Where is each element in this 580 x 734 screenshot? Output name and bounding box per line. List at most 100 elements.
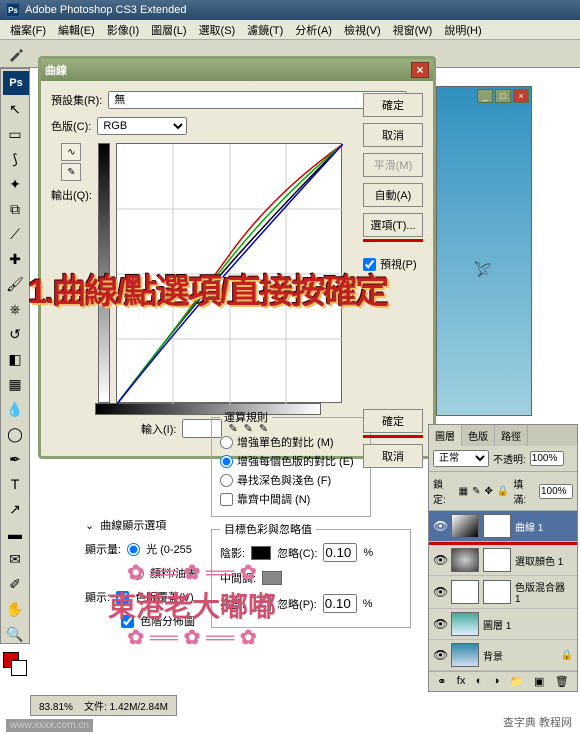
- layer-row[interactable]: 👁 圖層 1: [429, 609, 577, 640]
- layer-row[interactable]: 👁 背景 🔒: [429, 640, 577, 671]
- blur-tool[interactable]: 💧: [2, 397, 28, 421]
- layer-row[interactable]: 👁 色版混合器 1: [429, 576, 577, 609]
- mid-swatch[interactable]: [262, 571, 282, 585]
- high-swatch[interactable]: [251, 597, 271, 611]
- maximize-icon[interactable]: □: [495, 89, 511, 103]
- lock-trans-icon[interactable]: ▦: [459, 486, 468, 497]
- background-color[interactable]: [11, 660, 27, 676]
- expand-icon[interactable]: ⌄: [85, 519, 94, 532]
- dodge-tool[interactable]: ◯: [2, 422, 28, 446]
- shape-tool[interactable]: ▬: [2, 522, 28, 546]
- fill-input[interactable]: [539, 484, 573, 499]
- algo-dark-radio[interactable]: [220, 474, 233, 487]
- layer-row[interactable]: 👁 選取顏色 1: [429, 545, 577, 576]
- opacity-input[interactable]: [530, 451, 564, 466]
- marquee-tool[interactable]: ▭: [2, 122, 28, 146]
- zoom-tool[interactable]: 🔍: [2, 622, 28, 646]
- pigment-radio[interactable]: [131, 567, 144, 580]
- algo-per-radio[interactable]: [220, 455, 233, 468]
- tab-paths[interactable]: 路徑: [495, 425, 528, 446]
- menu-help[interactable]: 說明(H): [438, 20, 487, 40]
- layer-thumb[interactable]: [451, 612, 479, 636]
- menu-layer[interactable]: 圖層(L): [145, 20, 192, 40]
- auto-button[interactable]: 自動(A): [363, 183, 423, 207]
- tab-channels[interactable]: 色版: [462, 425, 495, 446]
- lock-move-icon[interactable]: ✥: [485, 486, 493, 497]
- adjust-icon[interactable]: ◑: [493, 675, 500, 688]
- color-swatches[interactable]: [1, 650, 29, 686]
- layer-thumb[interactable]: [451, 643, 479, 667]
- light-radio[interactable]: [127, 543, 140, 556]
- cancel-button-2[interactable]: 取消: [363, 444, 423, 468]
- menu-select[interactable]: 選取(S): [193, 20, 242, 40]
- move-tool[interactable]: ↖: [2, 97, 28, 121]
- layer-thumb[interactable]: [451, 548, 479, 572]
- layer-thumb[interactable]: [451, 514, 479, 538]
- crop-tool[interactable]: ⧉: [2, 197, 28, 221]
- dialog-titlebar[interactable]: 曲線 ×: [41, 59, 433, 81]
- lasso-tool[interactable]: ⟆: [2, 147, 28, 171]
- wand-tool[interactable]: ✦: [2, 172, 28, 196]
- menu-analysis[interactable]: 分析(A): [289, 20, 338, 40]
- ok-button[interactable]: 確定: [363, 93, 423, 117]
- clip-shadow-input[interactable]: [323, 543, 357, 562]
- layer-row[interactable]: 👁 曲線 1: [429, 511, 577, 542]
- document-window[interactable]: _ □ × 𓅯: [436, 86, 532, 416]
- ok-button-2[interactable]: 確定: [363, 409, 423, 433]
- lock-all-icon[interactable]: 🔒: [497, 486, 509, 497]
- channel-select[interactable]: RGB: [97, 117, 187, 135]
- type-tool[interactable]: T: [2, 472, 28, 496]
- visibility-icon[interactable]: 👁: [433, 585, 447, 599]
- minimize-icon[interactable]: _: [477, 89, 493, 103]
- clip-high-input[interactable]: [323, 594, 357, 613]
- slice-tool[interactable]: ⟋: [2, 222, 28, 246]
- stamp-tool[interactable]: ⎈: [2, 297, 28, 321]
- menu-file[interactable]: 檔案(F): [4, 20, 52, 40]
- preview-check[interactable]: [363, 258, 376, 271]
- options-button[interactable]: 選項(T)...: [363, 213, 423, 237]
- algo-mono-radio[interactable]: [220, 436, 233, 449]
- heal-tool[interactable]: ✚: [2, 247, 28, 271]
- folder-icon[interactable]: 📁: [510, 675, 524, 688]
- mask-icon[interactable]: ◐: [476, 675, 483, 688]
- gradient-tool[interactable]: ▦: [2, 372, 28, 396]
- curve-graph[interactable]: [116, 143, 342, 403]
- brush-tool[interactable]: 🖌: [2, 272, 28, 296]
- fx-icon[interactable]: fx: [457, 675, 466, 688]
- menu-window[interactable]: 視窗(W): [387, 20, 439, 40]
- layer-thumb[interactable]: [451, 580, 479, 604]
- visibility-icon[interactable]: 👁: [433, 617, 447, 631]
- curve-draw-tool[interactable]: ✎: [61, 163, 81, 181]
- layer-mask[interactable]: [483, 548, 511, 572]
- visibility-icon[interactable]: 👁: [433, 648, 447, 662]
- notes-tool[interactable]: ✉: [2, 547, 28, 571]
- visibility-icon[interactable]: 👁: [433, 553, 447, 567]
- blend-mode-select[interactable]: 正常: [433, 450, 489, 467]
- close-icon[interactable]: ×: [513, 89, 529, 103]
- overlay-check[interactable]: [116, 591, 129, 604]
- path-tool[interactable]: ↗: [2, 497, 28, 521]
- pen-tool[interactable]: ✒: [2, 447, 28, 471]
- hist-check[interactable]: [121, 615, 134, 628]
- snap-check[interactable]: [220, 493, 233, 506]
- layer-mask[interactable]: [483, 514, 511, 538]
- eraser-tool[interactable]: ◧: [2, 347, 28, 371]
- new-layer-icon[interactable]: ▣: [534, 675, 544, 688]
- shadow-swatch[interactable]: [251, 546, 271, 560]
- history-brush-tool[interactable]: ↺: [2, 322, 28, 346]
- dialog-close-button[interactable]: ×: [411, 62, 429, 78]
- eyedropper-tool[interactable]: ✐: [2, 572, 28, 596]
- layer-mask[interactable]: [483, 580, 511, 604]
- hand-tool[interactable]: ✋: [2, 597, 28, 621]
- menu-filter[interactable]: 濾鏡(T): [241, 20, 289, 40]
- cancel-button[interactable]: 取消: [363, 123, 423, 147]
- visibility-icon[interactable]: 👁: [433, 519, 447, 533]
- menu-edit[interactable]: 編輯(E): [52, 20, 101, 40]
- lock-paint-icon[interactable]: ✎: [472, 486, 480, 497]
- menu-view[interactable]: 檢視(V): [338, 20, 387, 40]
- link-icon[interactable]: ⚭: [437, 675, 446, 688]
- menu-image[interactable]: 影像(I): [101, 20, 145, 40]
- zoom-value[interactable]: 83.81%: [39, 702, 73, 713]
- curve-point-tool[interactable]: ∿: [61, 143, 81, 161]
- trash-icon[interactable]: 🗑: [555, 675, 569, 688]
